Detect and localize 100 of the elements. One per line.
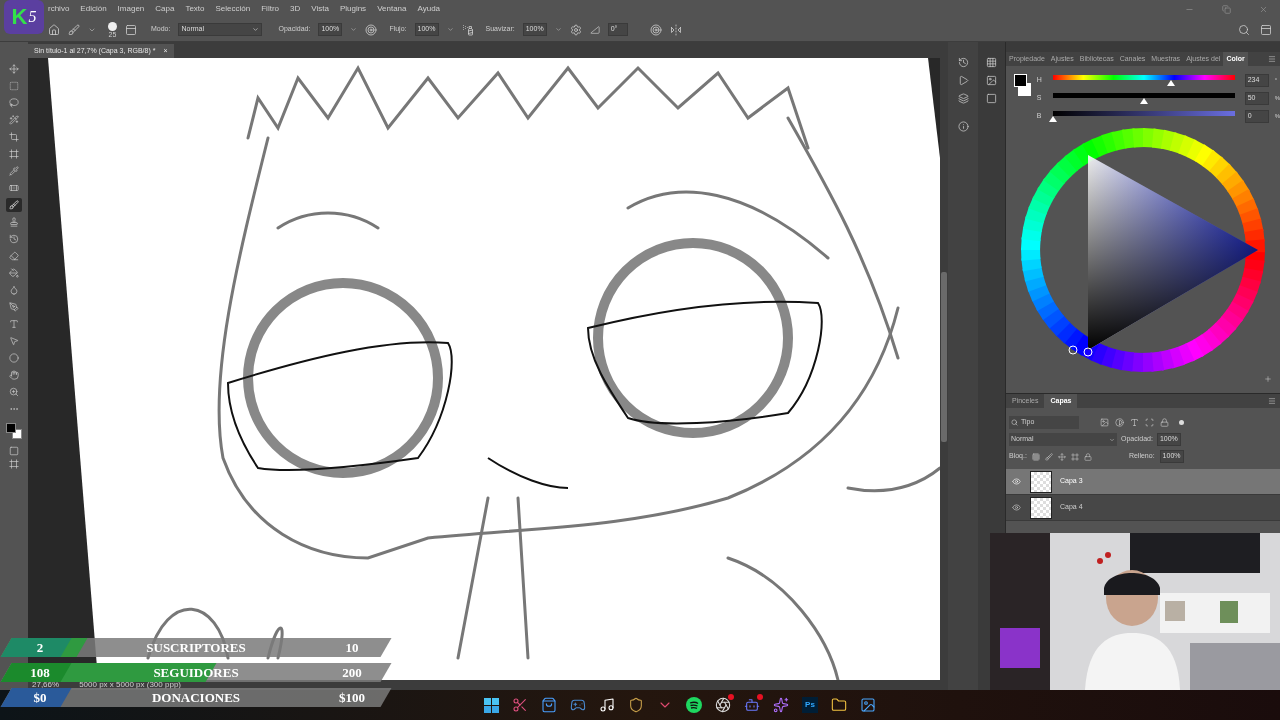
checker-icon[interactable] <box>1031 452 1040 461</box>
music-circle-icon[interactable] <box>686 697 702 713</box>
slider-thumb[interactable] <box>1166 79 1175 86</box>
ellipse-tool[interactable] <box>6 351 22 365</box>
brush-tool[interactable] <box>6 198 22 212</box>
caret-icon <box>554 26 562 33</box>
scrollbar[interactable] <box>940 42 948 690</box>
menu-item[interactable]: Capa <box>155 3 175 15</box>
brush-tip-icon[interactable] <box>108 21 117 31</box>
text-filter-icon[interactable] <box>1130 418 1139 427</box>
goal-current: $0 <box>32 688 48 707</box>
eyedropper-tool[interactable] <box>6 164 22 178</box>
windows-icon[interactable] <box>484 697 499 713</box>
pen-tool[interactable] <box>6 300 22 314</box>
app-button[interactable]: Ps <box>802 697 818 713</box>
menu-item[interactable]: rchivo <box>48 3 70 15</box>
eraser-icon <box>9 251 19 261</box>
shopping-bag-icon[interactable] <box>541 697 557 713</box>
image-icon[interactable] <box>986 75 997 86</box>
folder-icon[interactable] <box>831 697 847 713</box>
info-icon[interactable] <box>957 121 969 132</box>
home-icon[interactable] <box>48 23 60 36</box>
layers-icon[interactable] <box>957 93 969 104</box>
angle-icon[interactable] <box>589 24 600 35</box>
filter-toggle[interactable] <box>1179 420 1184 425</box>
grid-icon[interactable] <box>986 57 997 68</box>
brush-icon[interactable] <box>1044 452 1053 461</box>
move-tool[interactable] <box>6 62 22 76</box>
goal-target: 200 <box>341 663 363 682</box>
image-icon[interactable] <box>860 697 876 713</box>
scissors-icon[interactable] <box>512 697 528 713</box>
lasso-tool[interactable] <box>6 96 22 110</box>
goal-current: 2 <box>35 638 45 657</box>
goal-target: $100 <box>338 688 366 707</box>
text-icon <box>9 319 19 329</box>
crop-tool[interactable] <box>6 130 22 144</box>
menu-item[interactable]: Plugins <box>339 3 367 15</box>
sparkles-icon[interactable] <box>773 697 789 713</box>
history-icon[interactable] <box>957 57 969 68</box>
expand-icon[interactable] <box>1264 375 1272 383</box>
frame-icon[interactable] <box>1070 452 1079 461</box>
settings-icon[interactable] <box>569 23 582 36</box>
hand-icon <box>9 370 19 380</box>
target-icon[interactable] <box>365 23 378 36</box>
panel-menu-icon[interactable] <box>1268 55 1276 63</box>
menu-item[interactable]: Filtro <box>261 3 279 15</box>
close-icon[interactable] <box>1259 4 1268 14</box>
contrast-filter-icon[interactable] <box>1115 418 1124 427</box>
workspace-icon[interactable] <box>1260 23 1272 36</box>
slider-thumb[interactable] <box>1139 97 1148 104</box>
menu-item[interactable]: Edición <box>80 3 107 15</box>
search-icon[interactable] <box>1238 23 1250 36</box>
eye-icon[interactable] <box>1012 503 1021 512</box>
eraser-tool[interactable] <box>6 249 22 263</box>
square-icon[interactable] <box>986 93 997 104</box>
goal-target: 10 <box>344 638 360 657</box>
brush-icon[interactable] <box>68 23 80 36</box>
play-icon[interactable] <box>957 75 969 86</box>
goal-current: 108 <box>29 663 51 682</box>
brush-icon <box>9 200 19 210</box>
menu-item[interactable]: Ventana <box>377 3 407 15</box>
shape-filter-icon[interactable] <box>1145 418 1154 427</box>
shield-icon[interactable] <box>628 697 644 713</box>
menu-item[interactable]: Vista <box>311 3 329 15</box>
lock-icon[interactable] <box>1083 452 1092 461</box>
music-note-icon[interactable] <box>599 697 615 713</box>
ellipse-icon <box>9 353 19 363</box>
image-filter-icon[interactable] <box>1100 418 1109 427</box>
robot-icon[interactable] <box>744 697 760 713</box>
wand-tool[interactable] <box>6 113 22 127</box>
layer-thumbnail <box>1030 470 1052 493</box>
frame-tool[interactable] <box>6 147 22 161</box>
aperture-icon[interactable] <box>715 697 731 713</box>
move-icon[interactable] <box>1057 452 1066 461</box>
history-icon <box>9 234 19 244</box>
mirror-icon[interactable] <box>669 23 682 36</box>
pen-icon <box>9 302 19 312</box>
slider-thumb[interactable] <box>1048 115 1057 122</box>
quick-mask-icon[interactable] <box>9 446 19 456</box>
menu-item[interactable]: Selección <box>215 3 251 15</box>
lock-filter-icon[interactable] <box>1160 418 1169 427</box>
frame-icon <box>9 149 19 159</box>
hand-tool[interactable] <box>6 368 22 382</box>
color-wheel[interactable] <box>1018 125 1268 375</box>
color-swatches[interactable] <box>1014 74 1031 96</box>
move-icon <box>9 64 19 74</box>
target-icon[interactable] <box>649 23 662 36</box>
gamepad-icon[interactable] <box>570 697 586 713</box>
menu-item[interactable]: Ayuda <box>417 3 441 15</box>
caret-icon <box>252 26 260 33</box>
bucket-tool[interactable] <box>6 266 22 280</box>
brush-panel-icon[interactable] <box>125 23 137 36</box>
panel-menu-icon[interactable] <box>1268 397 1276 405</box>
menu-item[interactable]: Imagen <box>117 3 145 15</box>
screen-mode-icon[interactable] <box>9 459 19 469</box>
menu-item[interactable]: 3D <box>290 3 301 15</box>
menu-item[interactable]: Texto <box>185 3 205 15</box>
zoom-icon <box>9 387 19 397</box>
document-size: 5000 px x 5000 px (300 ppp) <box>79 681 181 689</box>
color-swatches[interactable] <box>6 423 22 439</box>
